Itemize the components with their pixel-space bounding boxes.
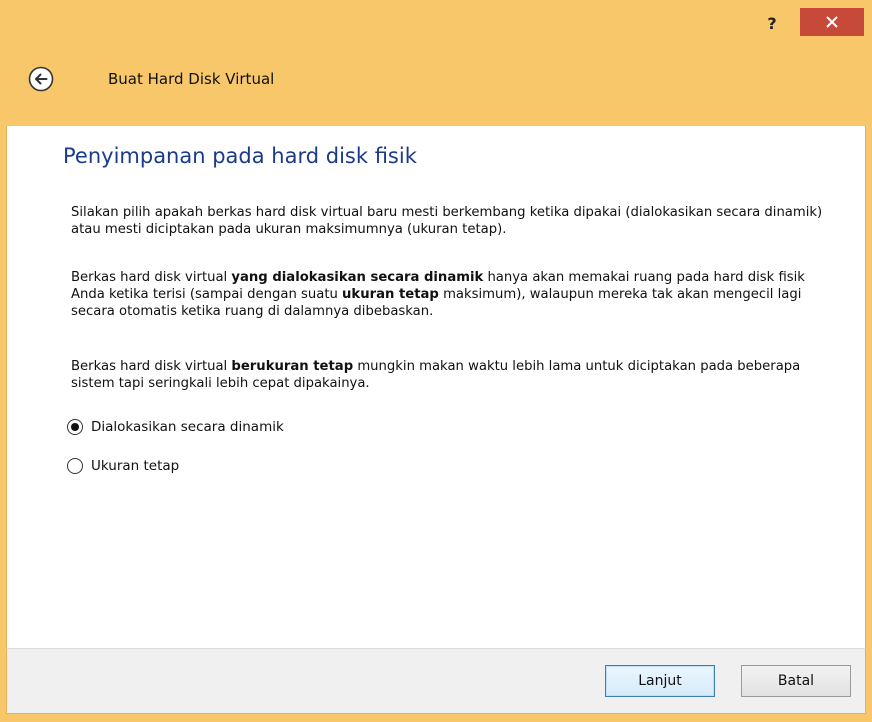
radio-button-unselected[interactable] — [67, 458, 83, 474]
back-button[interactable] — [28, 66, 54, 92]
button-bar: Lanjut Batal — [6, 648, 866, 714]
option-fixed-label[interactable]: Ukuran tetap — [91, 458, 179, 474]
description-paragraph-2: Berkas hard disk virtual yang dialokasik… — [71, 269, 841, 320]
help-button[interactable]: ? — [754, 10, 790, 36]
option-dynamic-radio[interactable]: Dialokasikan secara dinamik — [67, 417, 284, 437]
description-paragraph-3: Berkas hard disk virtual berukuran tetap… — [71, 358, 841, 392]
para3-bold-1: berukuran tetap — [231, 359, 354, 374]
title-bar: ? — [0, 0, 872, 44]
close-button[interactable] — [800, 8, 864, 36]
wizard-title: Buat Hard Disk Virtual — [108, 70, 275, 88]
para2-bold-1: yang dialokasikan secara dinamik — [231, 270, 484, 285]
description-paragraph-1: Silakan pilih apakah berkas hard disk vi… — [71, 205, 823, 237]
para2-bold-2: ukuran tetap — [342, 287, 439, 302]
para3-text-1: Berkas hard disk virtual — [71, 359, 232, 374]
cancel-button[interactable]: Batal — [741, 665, 851, 697]
radio-dot-icon — [71, 423, 79, 431]
close-icon — [826, 16, 838, 28]
dialog-window: ? Buat Hard Disk Virtual Penyimpanan pad… — [0, 0, 872, 722]
wizard-nav: Buat Hard Disk Virtual — [0, 52, 872, 104]
option-dynamic-label[interactable]: Dialokasikan secara dinamik — [91, 419, 284, 435]
page-heading: Penyimpanan pada hard disk fisik — [63, 144, 417, 168]
wizard-page: Penyimpanan pada hard disk fisik Silakan… — [6, 126, 866, 648]
radio-button-selected[interactable] — [67, 419, 83, 435]
para2-text-1: Berkas hard disk virtual — [71, 270, 232, 285]
back-arrow-icon — [28, 66, 54, 92]
next-button[interactable]: Lanjut — [605, 665, 715, 697]
option-fixed-radio[interactable]: Ukuran tetap — [67, 456, 179, 476]
